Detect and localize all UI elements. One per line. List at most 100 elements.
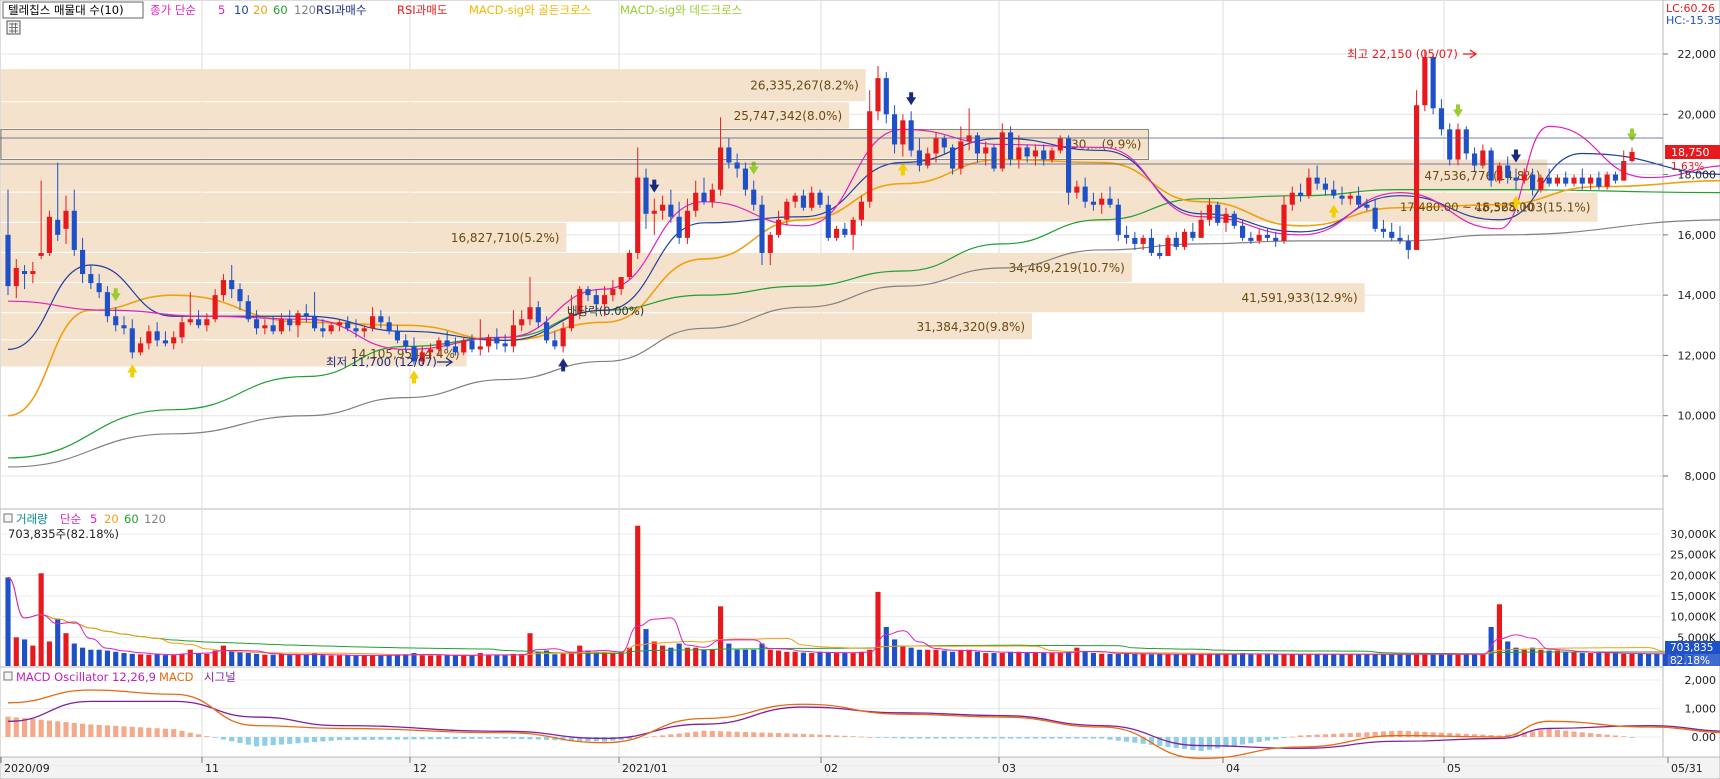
candle-body [900,120,906,145]
candle-body [1554,177,1560,184]
volume-bar [983,653,989,666]
volume-bar [1273,654,1279,666]
volume-bar [428,655,434,666]
macd-oscillator-bar [403,737,409,740]
candle-body [709,189,715,202]
volume-bar [1041,653,1047,666]
macd-axis-label: 0.00 [1692,731,1717,744]
macd-oscillator-bar [1322,734,1328,737]
macd-oscillator-bar [461,737,467,739]
candle-body [858,201,864,220]
volume-bar [1430,654,1436,666]
volume-bar [386,655,392,666]
candle-body [22,271,28,275]
candle-body [950,147,956,169]
volume-bar [461,655,467,666]
volume-legend-icon[interactable] [3,513,13,523]
candle-body [353,328,359,332]
volume-bar [1505,641,1511,666]
candle-body [1140,237,1146,244]
price-axis-label: 12,000 [1678,349,1717,362]
candle-body [1579,177,1585,184]
candle-body [1289,192,1295,205]
volume-bar [1339,654,1345,666]
macd-oscillator-bar [312,737,318,743]
macd-oscillator-bar [709,730,715,737]
candle-body [1356,195,1362,205]
chart-canvas[interactable]: 26,335,267(8.2%)25,747,342(8.0%)47,536,7… [0,0,1720,779]
volume-bar [651,641,657,666]
macd-oscillator-bar [1231,737,1237,746]
volume-bar [800,652,806,666]
macd-oscillator-bar [411,737,417,740]
macd-oscillator-bar [469,737,475,739]
volume-bar [1513,647,1519,666]
macd-oscillator-bar [544,737,550,740]
macd-oscillator-bar [1331,733,1337,737]
candle-body [204,319,210,326]
candle-body [1405,240,1411,250]
range-label: 17,480.00 ~ 16,525.00 [1400,200,1534,214]
macd-oscillator-bar [162,728,168,737]
candle-body [1480,150,1486,166]
macd-oscillator-bar [436,737,442,740]
volume-bar [138,654,144,666]
volume-bar [1604,653,1610,666]
candle-body [1588,177,1594,184]
volume-bar [494,655,500,666]
volume-bar [1057,653,1063,666]
volume-bar [1223,654,1229,666]
macd-oscillator-bar [1289,736,1295,738]
volume-bar [46,641,52,666]
candle-body [477,346,483,350]
candle-body [320,328,326,332]
candle-body [1505,165,1511,178]
macd-oscillator-bar [742,732,748,737]
macd-legend-icon[interactable] [3,671,13,681]
candle-body [1024,147,1030,157]
macd-oscillator-bar [345,737,351,741]
volume-bar [726,643,732,666]
candle-body [784,201,790,220]
macd-oscillator-bar [30,718,36,737]
volume-bar [486,655,492,666]
macd-oscillator-bar [138,727,144,737]
macd-oscillator-bar [817,734,823,737]
macd-oscillator-bar [378,737,384,740]
volume-bar [270,654,276,666]
volume-bar [394,654,400,666]
macd-oscillator-bar [419,737,425,740]
candle-body [1389,231,1395,238]
volume-bar [1447,654,1453,666]
volume-bar [63,633,69,666]
candle-body [55,219,61,235]
volume-bar [278,654,284,666]
macd-oscillator-bar [1629,737,1635,738]
candle-body [718,147,724,190]
candle-body [403,340,409,347]
macd-oscillator-bar [486,737,492,739]
volume-bar [154,654,160,666]
macd-oscillator-bar [1240,737,1246,745]
volume-info: 703,835주(82.18%) [8,527,119,541]
volume-period-60: 60 [124,512,139,526]
volume-bar [1099,653,1105,666]
volume-bar [991,653,997,666]
volume-bar [767,649,773,666]
volume-bar [1206,654,1212,666]
candle-body [469,340,475,350]
time-axis-label: 05 [1447,762,1461,775]
volume-bar [1256,654,1262,666]
volume-bar [1380,654,1386,666]
volume-bar [510,653,516,666]
volume-bar [1463,654,1469,666]
volume-bar [303,654,309,666]
macd-oscillator-bar [113,725,119,737]
candle-body [312,316,318,329]
macd-oscillator-bar [63,722,69,737]
candle-body [1463,129,1469,154]
volume-bar [1646,653,1652,666]
candle-body [361,328,367,332]
volume-period-5: 5 [90,512,97,526]
volume-bar [950,651,956,666]
